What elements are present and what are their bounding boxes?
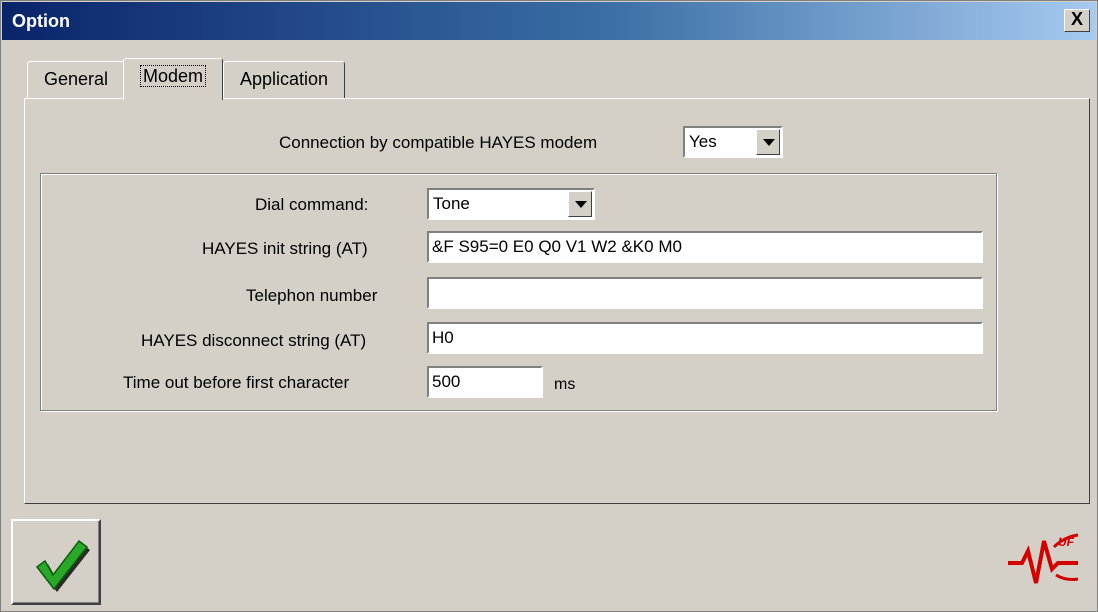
- company-logo: UF: [1008, 533, 1079, 584]
- timeout-label: Time out before first character: [123, 373, 350, 392]
- close-button[interactable]: X: [1064, 9, 1090, 32]
- disconnect-label: HAYES disconnect string (AT): [141, 331, 367, 350]
- ok-button[interactable]: [11, 519, 101, 605]
- window-title: Option: [12, 11, 70, 31]
- dial-command-label: Dial command:: [255, 195, 369, 214]
- tab-general[interactable]: General: [27, 61, 125, 99]
- option-dialog: Option X General Modem Application Conne…: [0, 0, 1098, 612]
- tab-modem-label: Modem: [139, 65, 207, 87]
- connection-select[interactable]: Yes: [683, 126, 783, 158]
- checkmark-icon: [35, 539, 90, 592]
- tab-application[interactable]: Application: [223, 61, 345, 99]
- init-string-label: HAYES init string (AT): [202, 239, 368, 258]
- title-bar[interactable]: Option X: [2, 2, 1096, 40]
- timeout-input[interactable]: [427, 366, 543, 398]
- dial-command-value: Tone: [433, 194, 470, 213]
- timeout-unit: ms: [554, 376, 576, 393]
- dial-command-select[interactable]: Tone: [427, 188, 595, 220]
- tab-general-label: General: [43, 69, 109, 89]
- init-string-input[interactable]: [427, 231, 983, 263]
- chevron-down-icon[interactable]: [568, 191, 592, 217]
- tab-application-label: Application: [239, 69, 329, 89]
- phone-label: Telephon number: [246, 286, 378, 305]
- chevron-down-icon[interactable]: [756, 129, 780, 155]
- connection-label: Connection by compatible HAYES modem: [279, 133, 598, 152]
- phone-input[interactable]: [427, 277, 983, 309]
- disconnect-input[interactable]: [427, 322, 983, 354]
- logo-text: UF: [1058, 535, 1075, 549]
- close-icon: X: [1070, 9, 1083, 29]
- tab-modem[interactable]: Modem: [123, 58, 223, 100]
- connection-value: Yes: [689, 132, 717, 151]
